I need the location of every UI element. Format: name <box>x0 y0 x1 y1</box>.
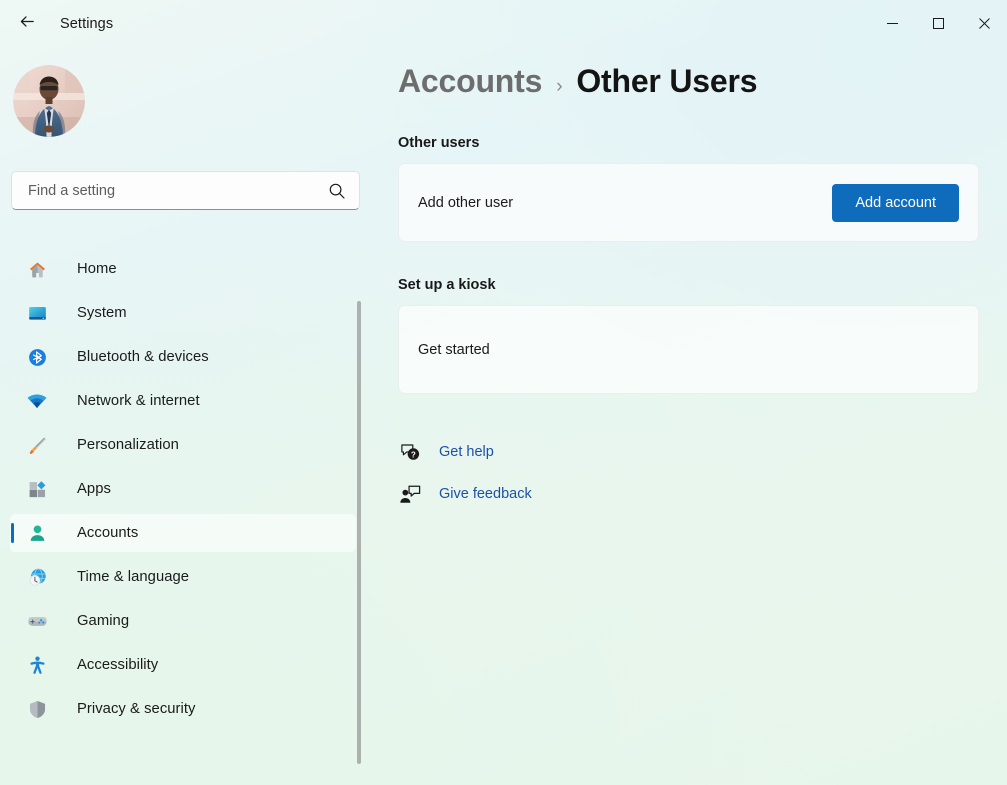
sidebar-item-label: Accounts <box>77 525 139 541</box>
close-button[interactable] <box>961 0 1007 46</box>
bluetooth-icon <box>26 346 48 368</box>
maximize-icon <box>932 17 944 29</box>
page-title: Other Users <box>576 63 758 99</box>
svg-text:?: ? <box>410 450 415 459</box>
sidebar-item-privacy-security[interactable]: Privacy & security <box>10 690 356 728</box>
section-title-other-users: Other users <box>398 135 480 151</box>
get-help-link[interactable]: ? Get help <box>398 436 494 468</box>
accessibility-icon <box>26 654 48 676</box>
section-title-set-up-kiosk: Set up a kiosk <box>398 277 496 293</box>
window-controls <box>869 0 1007 46</box>
sidebar-item-network-internet[interactable]: Network & internet <box>10 382 356 420</box>
back-button[interactable] <box>8 8 46 40</box>
minimize-icon <box>886 22 898 24</box>
maximize-button[interactable] <box>915 0 961 46</box>
sidebar-item-personalization[interactable]: Personalization <box>10 426 356 464</box>
sidebar-item-bluetooth-devices[interactable]: Bluetooth & devices <box>10 338 356 376</box>
sidebar-item-label: Bluetooth & devices <box>77 349 209 365</box>
home-icon <box>26 258 48 280</box>
sidebar-item-label: System <box>77 305 127 321</box>
selection-indicator <box>11 523 14 543</box>
sidebar: Home System <box>0 48 372 785</box>
add-account-button[interactable]: Add account <box>832 183 959 222</box>
close-icon <box>978 17 990 29</box>
sidebar-item-home[interactable]: Home <box>10 250 356 288</box>
back-arrow-icon <box>18 12 37 36</box>
title-bar: Settings <box>0 0 1007 48</box>
help-links: ? Get help Give feedback <box>398 436 1007 510</box>
give-feedback-label: Give feedback <box>439 486 532 502</box>
sidebar-item-label: Time & language <box>77 569 190 585</box>
breadcrumb: Accounts › Other Users <box>398 63 1007 100</box>
give-feedback-link[interactable]: Give feedback <box>398 478 532 510</box>
help-question-bubble-icon: ? <box>398 440 422 464</box>
feedback-person-bubble-icon <box>398 482 422 506</box>
sidebar-item-accounts[interactable]: Accounts <box>10 514 356 552</box>
shield-icon <box>26 698 48 720</box>
sidebar-item-label: Network & internet <box>77 393 200 409</box>
avatar[interactable] <box>13 65 85 137</box>
get-started-label: Get started <box>418 341 490 358</box>
search-input[interactable] <box>28 182 328 199</box>
chevron-right-icon: › <box>556 76 563 97</box>
sidebar-item-gaming[interactable]: Gaming <box>10 602 356 640</box>
sidebar-item-label: Apps <box>77 481 111 497</box>
sidebar-nav: Home System Bluetooth & devices Network … <box>0 244 372 734</box>
sidebar-item-time-language[interactable]: Time & language <box>10 558 356 596</box>
user-avatar-photo <box>13 65 85 137</box>
apps-icon <box>26 478 48 500</box>
paintbrush-icon <box>26 434 48 456</box>
sidebar-item-label: Accessibility <box>77 657 159 673</box>
sidebar-item-accessibility[interactable]: Accessibility <box>10 646 356 684</box>
add-other-user-card: Add other user Add account <box>398 163 979 242</box>
sidebar-item-label: Gaming <box>77 613 130 629</box>
kiosk-card[interactable]: Get started <box>398 305 979 394</box>
sidebar-item-label: Personalization <box>77 437 179 453</box>
gamepad-icon <box>26 610 48 632</box>
wifi-icon <box>26 390 48 412</box>
sidebar-item-label: Privacy & security <box>77 701 196 717</box>
get-help-label: Get help <box>439 444 494 460</box>
sidebar-item-label: Home <box>77 261 117 277</box>
search-box[interactable] <box>11 171 360 210</box>
sidebar-item-apps[interactable]: Apps <box>10 470 356 508</box>
clock-globe-icon <box>26 566 48 588</box>
person-icon <box>26 522 48 544</box>
search-icon <box>328 182 346 200</box>
main-content: Accounts › Other Users Other users Add o… <box>398 48 1007 520</box>
search-setting-container <box>11 171 360 210</box>
system-icon <box>26 302 48 324</box>
window-title: Settings <box>60 16 114 32</box>
breadcrumb-parent[interactable]: Accounts <box>398 63 542 100</box>
add-other-user-label: Add other user <box>418 194 514 211</box>
sidebar-scrollbar[interactable] <box>357 301 361 764</box>
sidebar-item-system[interactable]: System <box>10 294 356 332</box>
minimize-button[interactable] <box>869 0 915 46</box>
